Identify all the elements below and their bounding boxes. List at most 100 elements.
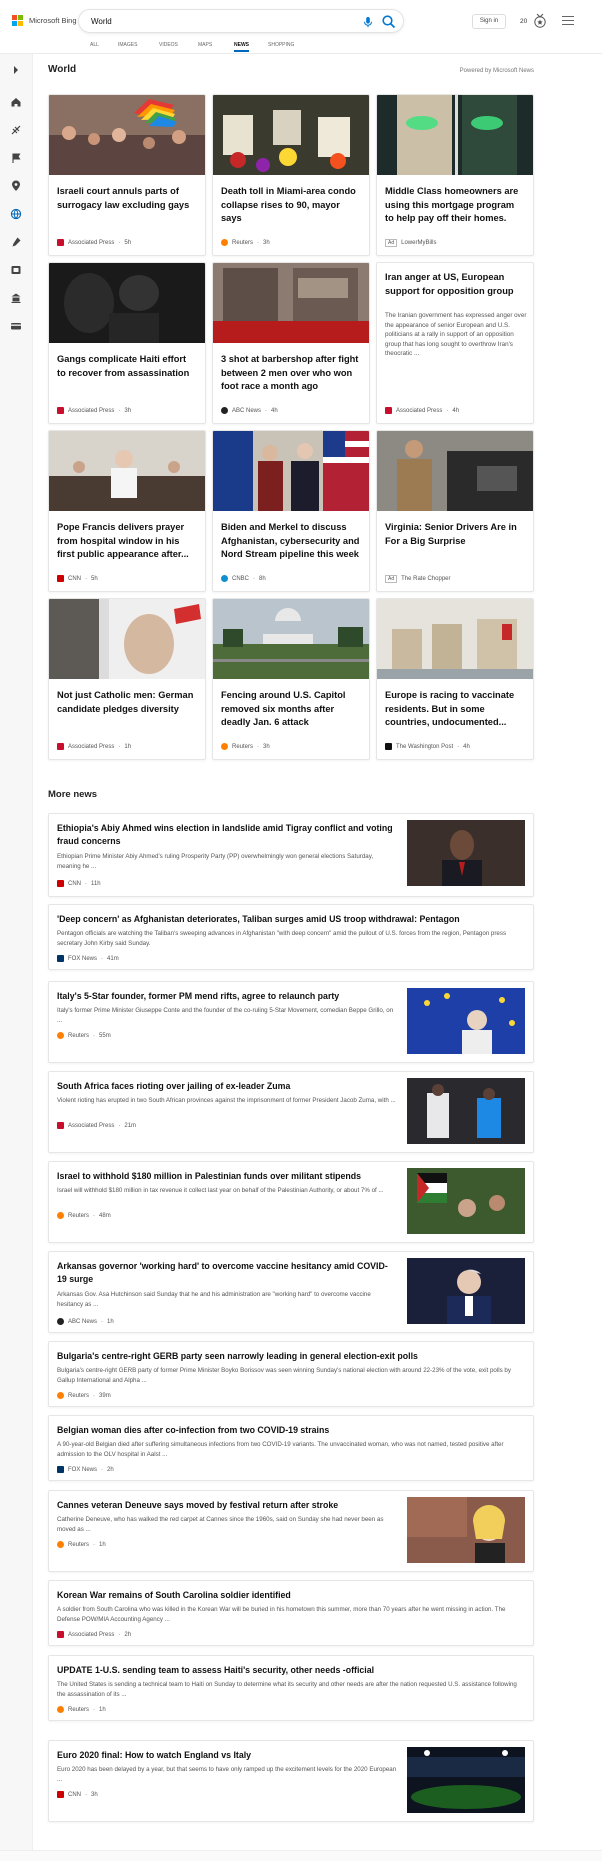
reuters-logo-icon bbox=[57, 1541, 64, 1548]
location-icon[interactable] bbox=[10, 180, 22, 192]
item-title[interactable]: Bulgaria's centre-right GERB party seen … bbox=[57, 1350, 517, 1363]
ad-image bbox=[377, 431, 533, 511]
card-description: The Iranian government has expressed ang… bbox=[385, 312, 527, 357]
reuters-logo-icon bbox=[221, 743, 228, 750]
microsoft-logo-icon bbox=[12, 15, 23, 26]
rewards-medal-icon[interactable] bbox=[533, 13, 547, 29]
news-card[interactable]: Biden and Merkel to discuss Afghanistan,… bbox=[212, 430, 370, 592]
news-list-item[interactable]: Cannes veteran Deneuve says moved by fes… bbox=[48, 1490, 534, 1572]
news-list-item[interactable]: Korean War remains of South Carolina sol… bbox=[48, 1580, 534, 1646]
item-title[interactable]: Cannes veteran Deneuve says moved by fes… bbox=[57, 1499, 397, 1512]
world-icon[interactable] bbox=[10, 208, 22, 220]
item-description: Ethiopian Prime Minister Abiy Ahmed's ru… bbox=[57, 853, 374, 870]
card-title[interactable]: Gangs complicate Haiti effort to recover… bbox=[57, 353, 197, 380]
news-card[interactable]: Pope Francis delivers prayer from hospit… bbox=[48, 430, 206, 592]
news-card[interactable]: Israeli court annuls parts of surrogacy … bbox=[48, 94, 206, 256]
card-title[interactable]: Pope Francis delivers prayer from hospit… bbox=[57, 521, 197, 562]
money-icon[interactable] bbox=[10, 320, 22, 332]
news-list-item[interactable]: Belgian woman dies after co-infection fr… bbox=[48, 1415, 534, 1481]
bing-logo[interactable]: Microsoft Bing bbox=[12, 15, 77, 26]
card-title[interactable]: 3 shot at barbershop after fight between… bbox=[221, 353, 361, 394]
news-list-item[interactable]: 'Deep concern' as Afghanistan deteriorat… bbox=[48, 904, 534, 970]
tab-videos[interactable]: VIDEOS bbox=[159, 42, 178, 48]
item-title[interactable]: Arkansas governor 'working hard' to over… bbox=[57, 1260, 397, 1286]
politics-icon[interactable] bbox=[10, 292, 22, 304]
ad-label: Ad bbox=[385, 575, 398, 583]
ad-card[interactable]: Middle Class homeowners are using this m… bbox=[376, 94, 534, 256]
ap-logo-icon bbox=[57, 407, 64, 414]
news-card[interactable]: Fencing around U.S. Capitol removed six … bbox=[212, 598, 370, 760]
card-title[interactable]: Not just Catholic men: German candidate … bbox=[57, 689, 197, 716]
news-card[interactable]: 3 shot at barbershop after fight between… bbox=[212, 262, 370, 424]
search-box[interactable]: World bbox=[78, 9, 404, 33]
ap-logo-icon bbox=[57, 1631, 64, 1638]
news-list-item[interactable]: Arkansas governor 'working hard' to over… bbox=[48, 1251, 534, 1333]
tab-images[interactable]: IMAGES bbox=[118, 42, 137, 48]
news-list-item[interactable]: UPDATE 1-U.S. sending team to assess Hai… bbox=[48, 1655, 534, 1721]
card-title[interactable]: Middle Class homeowners are using this m… bbox=[385, 185, 525, 226]
item-title[interactable]: Italy's 5-Star founder, former PM mend r… bbox=[57, 990, 397, 1003]
news-card[interactable]: Iran anger at US, European support for o… bbox=[376, 262, 534, 424]
sign-in-button[interactable]: Sign in bbox=[472, 14, 506, 29]
item-description: Italy's former Prime Minister Giuseppe C… bbox=[57, 1007, 394, 1024]
search-icon[interactable] bbox=[381, 14, 397, 30]
card-source: CNN · 5h bbox=[57, 575, 98, 582]
news-list-item[interactable]: Ethiopia's Abiy Ahmed wins election in l… bbox=[48, 813, 534, 897]
entertainment-icon[interactable] bbox=[10, 264, 22, 276]
article-image bbox=[407, 1078, 525, 1144]
menu-icon[interactable] bbox=[562, 16, 574, 25]
active-tab-indicator bbox=[234, 50, 249, 52]
article-image bbox=[377, 599, 533, 679]
card-title[interactable]: Virginia: Senior Drivers Are in For a Bi… bbox=[385, 521, 525, 548]
news-list-item[interactable]: Israel to withhold $180 million in Pales… bbox=[48, 1161, 534, 1243]
item-description: Israel will withhold $180 million in tax… bbox=[57, 1187, 384, 1194]
expand-icon[interactable] bbox=[10, 64, 22, 76]
microphone-icon[interactable] bbox=[361, 15, 375, 29]
item-title[interactable]: Ethiopia's Abiy Ahmed wins election in l… bbox=[57, 822, 397, 848]
news-list-item[interactable]: Bulgaria's centre-right GERB party seen … bbox=[48, 1341, 534, 1407]
item-source: Reuters · 1h bbox=[57, 1541, 106, 1548]
item-source: ABC News · 1h bbox=[57, 1318, 114, 1325]
item-title[interactable]: South Africa faces rioting over jailing … bbox=[57, 1080, 397, 1093]
card-title[interactable]: Death toll in Miami-area condo collapse … bbox=[221, 185, 361, 226]
news-card[interactable]: Not just Catholic men: German candidate … bbox=[48, 598, 206, 760]
item-title[interactable]: Belgian woman dies after co-infection fr… bbox=[57, 1424, 517, 1437]
news-list-item[interactable]: Euro 2020 final: How to watch England vs… bbox=[48, 1740, 534, 1822]
item-title[interactable]: Korean War remains of South Carolina sol… bbox=[57, 1589, 517, 1602]
sports-icon[interactable] bbox=[10, 124, 22, 136]
card-title[interactable]: Biden and Merkel to discuss Afghanistan,… bbox=[221, 521, 361, 562]
search-input[interactable]: World bbox=[91, 17, 112, 26]
card-title[interactable]: Europe is racing to vaccinate residents.… bbox=[385, 689, 525, 730]
article-image bbox=[49, 431, 205, 511]
item-source: CNN · 3h bbox=[57, 1791, 98, 1798]
card-source: Associated Press · 3h bbox=[57, 407, 131, 414]
news-card[interactable]: Gangs complicate Haiti effort to recover… bbox=[48, 262, 206, 424]
news-list-item[interactable]: South Africa faces rioting over jailing … bbox=[48, 1071, 534, 1153]
tab-shopping[interactable]: SHOPPING bbox=[268, 42, 294, 48]
cnn-logo-icon bbox=[57, 575, 64, 582]
item-source: FOX News · 41m bbox=[57, 955, 119, 962]
article-image bbox=[49, 263, 205, 343]
science-icon[interactable] bbox=[10, 236, 22, 248]
tab-all[interactable]: ALL bbox=[90, 42, 99, 48]
item-description: Euro 2020 has been delayed by a year, bu… bbox=[57, 1766, 397, 1783]
news-card[interactable]: Death toll in Miami-area condo collapse … bbox=[212, 94, 370, 256]
rewards-points[interactable]: 20 bbox=[520, 18, 527, 25]
card-title[interactable]: Fencing around U.S. Capitol removed six … bbox=[221, 689, 361, 730]
item-title[interactable]: Euro 2020 final: How to watch England vs… bbox=[57, 1749, 397, 1762]
card-title[interactable]: Iran anger at US, European support for o… bbox=[385, 271, 525, 298]
card-source: Reuters · 3h bbox=[221, 743, 270, 750]
item-title[interactable]: Israel to withhold $180 million in Pales… bbox=[57, 1170, 397, 1183]
item-title[interactable]: 'Deep concern' as Afghanistan deteriorat… bbox=[57, 913, 517, 926]
flag-icon[interactable] bbox=[10, 152, 22, 164]
reuters-logo-icon bbox=[221, 239, 228, 246]
sidebar bbox=[0, 54, 33, 1854]
item-title[interactable]: UPDATE 1-U.S. sending team to assess Hai… bbox=[57, 1664, 517, 1677]
ad-card[interactable]: Virginia: Senior Drivers Are in For a Bi… bbox=[376, 430, 534, 592]
tab-news[interactable]: NEWS bbox=[234, 42, 249, 48]
news-list-item[interactable]: Italy's 5-Star founder, former PM mend r… bbox=[48, 981, 534, 1063]
news-card[interactable]: Europe is racing to vaccinate residents.… bbox=[376, 598, 534, 760]
card-title[interactable]: Israeli court annuls parts of surrogacy … bbox=[57, 185, 197, 212]
home-icon[interactable] bbox=[10, 96, 22, 108]
tab-maps[interactable]: MAPS bbox=[198, 42, 212, 48]
